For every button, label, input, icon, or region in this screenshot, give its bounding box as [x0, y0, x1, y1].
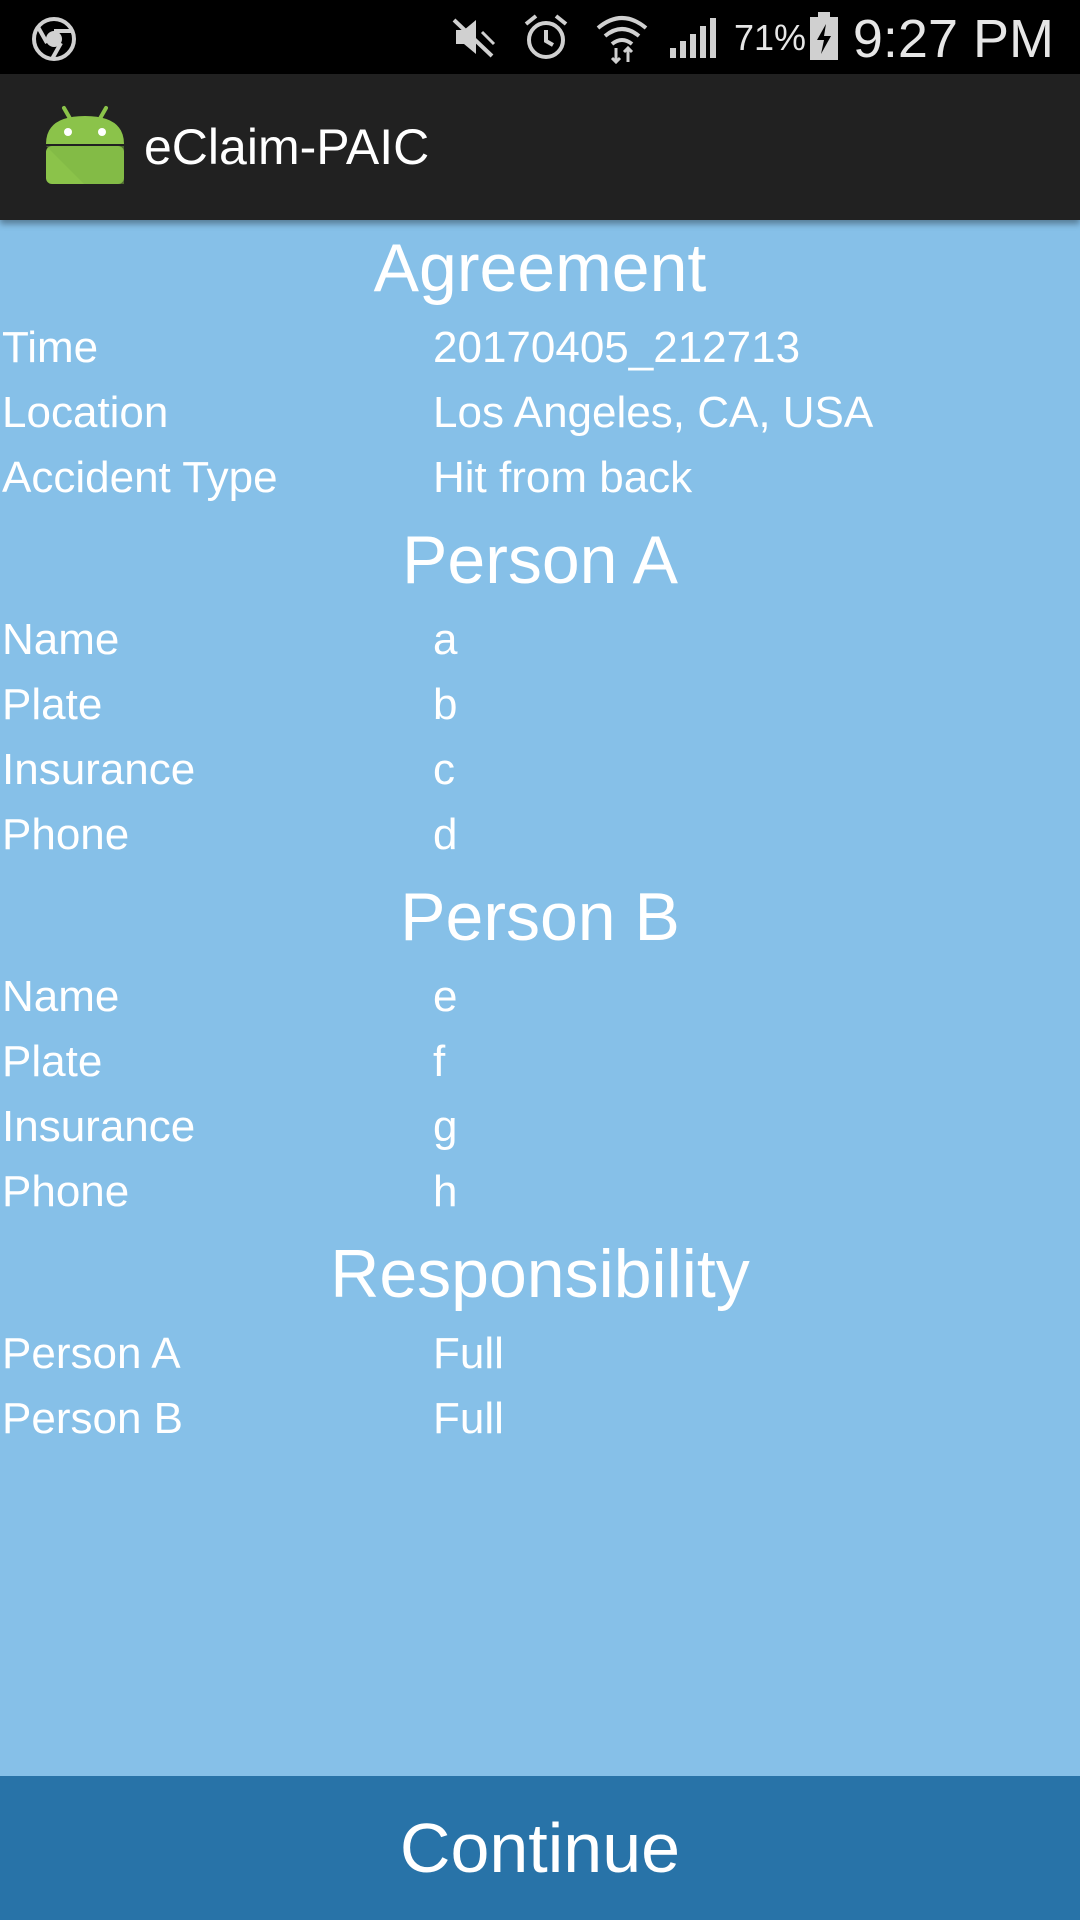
person-a-title: Person A [402, 522, 678, 598]
person-b-row-phone: Phone h [0, 1160, 1080, 1224]
row-label: Plate [2, 680, 103, 729]
row-label: Phone [2, 810, 130, 859]
row-value: h [433, 1167, 458, 1216]
row-value: Hit from back [433, 453, 693, 502]
agreement-row-location: Location Los Angeles, CA, USA [0, 381, 1080, 445]
row-value: g [433, 1102, 458, 1151]
agreement-title: Agreement [373, 230, 707, 306]
alarm-icon [524, 14, 568, 59]
responsibility-title: Responsibility [330, 1236, 750, 1312]
agreement-row-time: Time 20170405_212713 [0, 316, 1080, 380]
action-bar: eClaim-PAIC [0, 74, 1080, 220]
row-label: Location [2, 388, 169, 437]
row-value: e [433, 972, 458, 1021]
row-value: Full [433, 1329, 504, 1378]
signal-icon [670, 18, 716, 58]
row-label: Insurance [2, 1102, 196, 1151]
row-label: Person B [2, 1394, 183, 1443]
row-value: 20170405_212713 [433, 323, 801, 372]
status-bar: 71% 9:27 PM [0, 0, 1080, 74]
responsibility-row-person-a: Person A Full [0, 1322, 1080, 1386]
mute-icon [452, 18, 496, 58]
row-label: Person A [2, 1329, 181, 1378]
person-a-row-insurance: Insurance c [0, 738, 1080, 802]
row-label: Name [2, 615, 120, 664]
claim-summary: Agreement Time 20170405_212713 Location … [0, 220, 1080, 1776]
row-label: Phone [2, 1167, 130, 1216]
row-label: Time [2, 323, 99, 372]
row-value: Full [433, 1394, 504, 1443]
battery-charging-icon [810, 12, 838, 60]
wifi-icon [596, 16, 648, 64]
responsibility-row-person-b: Person B Full [0, 1387, 1080, 1451]
status-clock: 9:27 PM [852, 9, 1054, 69]
row-value: Los Angeles, CA, USA [433, 388, 874, 437]
app-title: eClaim-PAIC [144, 119, 430, 175]
person-a-row-phone: Phone d [0, 803, 1080, 867]
row-value: d [433, 810, 458, 859]
person-b-row-name: Name e [0, 965, 1080, 1029]
row-value: a [433, 615, 458, 664]
continue-button[interactable]: Continue [0, 1776, 1080, 1920]
person-a-row-plate: Plate b [0, 673, 1080, 737]
person-b-row-plate: Plate f [0, 1030, 1080, 1094]
row-label: Name [2, 972, 120, 1021]
row-label: Accident Type [2, 453, 278, 502]
row-value: b [433, 680, 458, 729]
person-b-row-insurance: Insurance g [0, 1095, 1080, 1159]
row-value: c [433, 745, 455, 794]
agreement-row-accident-type: Accident Type Hit from back [0, 446, 1080, 510]
person-b-title: Person B [400, 879, 680, 955]
chrome-icon [32, 17, 76, 61]
row-label: Insurance [2, 745, 196, 794]
row-value: f [433, 1037, 446, 1086]
battery-percent: 71% [734, 17, 807, 58]
row-label: Plate [2, 1037, 103, 1086]
android-icon [46, 106, 124, 184]
person-a-row-name: Name a [0, 608, 1080, 672]
